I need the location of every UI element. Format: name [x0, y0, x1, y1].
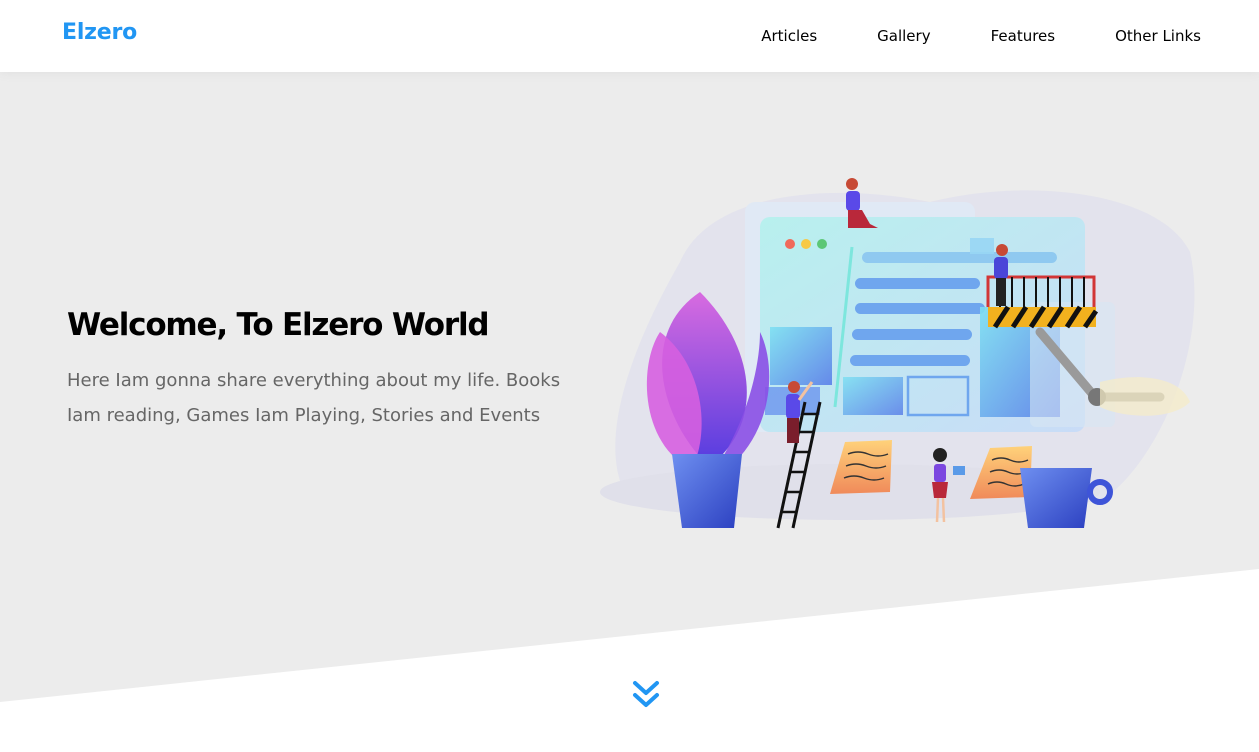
landing-description: Here Iam gonna share everything about my…	[67, 370, 561, 426]
nav-link-other-links[interactable]: Other Links	[1115, 0, 1201, 72]
landing-text: Welcome, To Elzero World Here Iam gonna …	[67, 307, 567, 433]
logo[interactable]: Elzero	[62, 20, 137, 45]
header: Elzero Articles Gallery Features Other L…	[0, 0, 1259, 72]
nav-link-gallery[interactable]: Gallery	[877, 0, 930, 72]
landing-section: Welcome, To Elzero World Here Iam gonna …	[0, 72, 1259, 752]
nav-link-articles[interactable]: Articles	[761, 0, 817, 72]
main-nav: Articles Gallery Features Other Links	[701, 0, 1201, 72]
double-chevron-down-icon[interactable]	[631, 679, 661, 711]
website-building-illustration	[600, 178, 1195, 529]
landing-title: Welcome, To Elzero World	[67, 307, 490, 343]
nav-link-features[interactable]: Features	[991, 0, 1056, 72]
